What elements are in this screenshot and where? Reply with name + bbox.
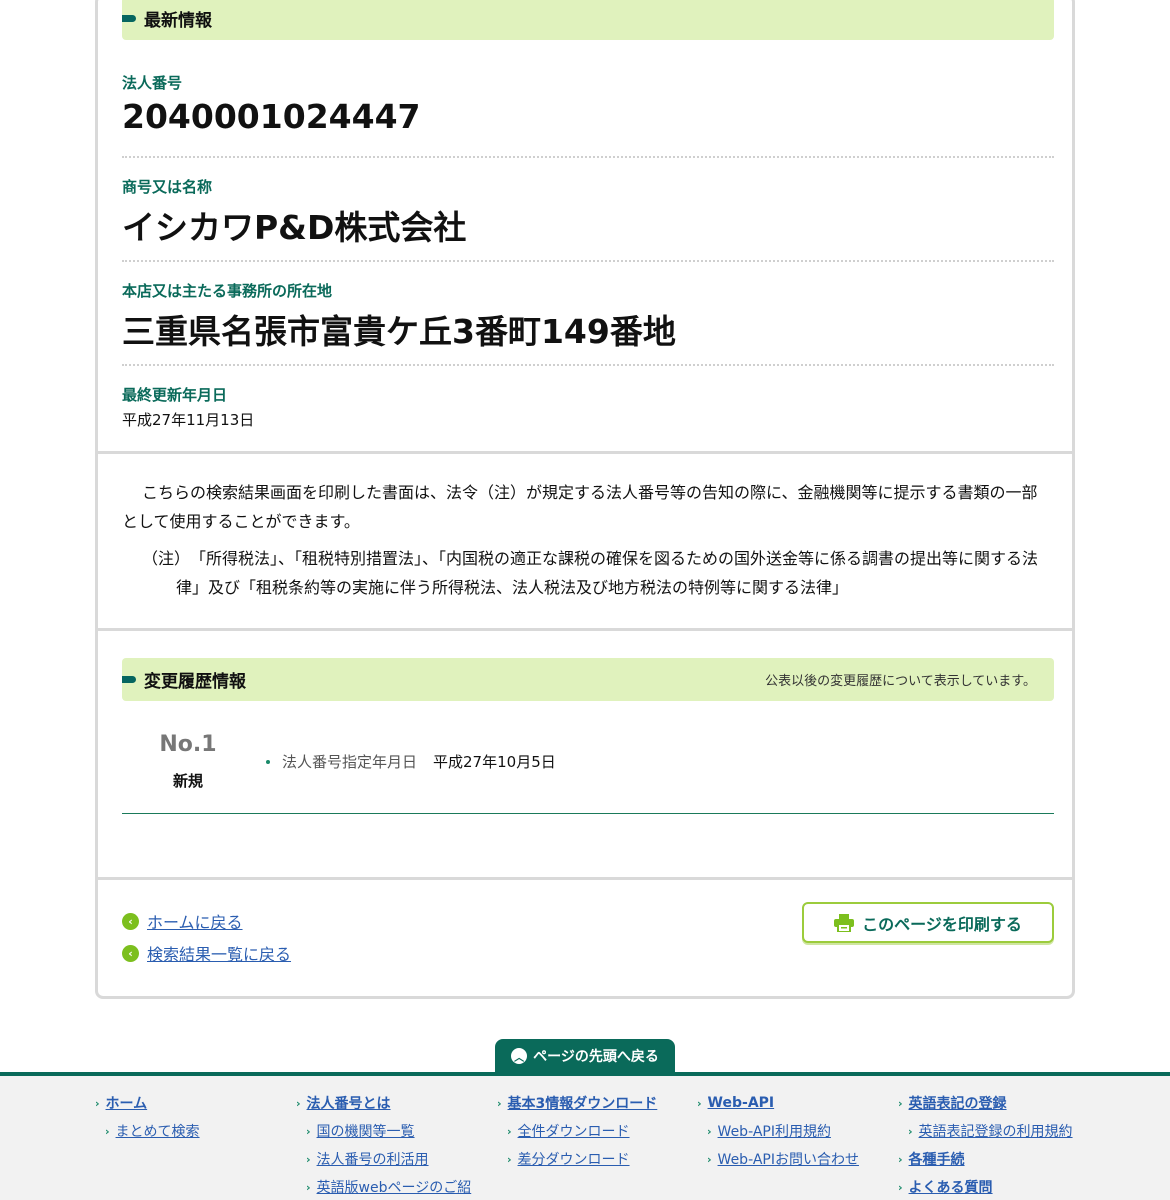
address-label: 本店又は主たる事務所の所在地 [122,282,333,300]
footer-link-english-registration[interactable]: 英語表記の登録 [909,1093,1007,1113]
footer-link-home[interactable]: ホーム [106,1093,148,1113]
footer-link-gov-list[interactable]: 国の機関等一覧 [317,1121,415,1141]
chevron-right-icon: › [707,1124,712,1138]
usage-notice: こちらの検索結果画面を印刷した書面は、法令（注）が規定する法人番号等の告知の際に… [122,478,1052,602]
footer-column-download: › 基本3情報ダウンロード › 全件ダウンロード › 差分ダウンロード [497,1094,657,1178]
chevron-right-icon: › [898,1096,903,1110]
header-marker [122,15,136,22]
footer-column-english: › 英語表記の登録 › 英語表記登録の利用規約 › 各種手続 › よくある質問 [898,1094,1073,1196]
chevron-left-icon: ‹ [122,912,139,930]
header-marker [122,676,136,683]
history-item-key: 法人番号指定年月日 [282,753,418,771]
footer-link-batch-search[interactable]: まとめて検索 [116,1121,200,1141]
chevron-left-icon: ‹ [122,944,139,962]
back-to-top-label: ページの先頭へ戻る [533,1049,659,1065]
chevron-right-icon: › [306,1180,311,1194]
notice-paragraph: こちらの検索結果画面を印刷した書面は、法令（注）が規定する法人番号等の告知の際に… [122,483,1038,531]
section-divider [98,628,1072,631]
home-link[interactable]: ホームに戻る [147,909,243,933]
chevron-right-icon: › [306,1124,311,1138]
history-entry-item: 法人番号指定年月日 平成27年10月5日 [266,751,556,772]
history-title: 変更履歴情報 [144,672,246,692]
chevron-right-icon: › [697,1096,702,1110]
footer-link-procedures[interactable]: 各種手続 [909,1149,965,1169]
footer-link-faq[interactable]: よくある質問 [909,1177,993,1197]
chevron-up-icon: ︿ [511,1048,528,1064]
history-entry-type: 新規 [172,772,203,790]
corp-number-label: 法人番号 [122,74,183,92]
history-divider [122,813,1054,814]
notice-footnote: （注） 「所得税法」、「租税特別措置法」、「内国税の適正な課税の確保を図るための… [142,549,1039,597]
footer-link-english-terms[interactable]: 英語表記登録の利用規約 [919,1121,1073,1141]
divider [122,364,1054,366]
name-label: 商号又は名称 [122,178,213,196]
home-link-row[interactable]: ‹ ホームに戻る [122,909,243,933]
print-button-label: このページを印刷する [862,914,1022,934]
history-entry-number: No.1 [159,732,217,757]
chevron-right-icon: › [908,1124,913,1138]
history-item-value: 平成27年10月5日 [433,753,556,771]
chevron-right-icon: › [306,1152,311,1166]
chevron-right-icon: › [105,1124,110,1138]
footer-column-about: › 法人番号とは › 国の機関等一覧 › 法人番号の利活用 › 英語版webページのご紹 [296,1094,471,1200]
footer-link-diff-download[interactable]: 差分ダウンロード [518,1149,630,1169]
latest-info-title: 最新情報 [144,11,212,31]
site-footer: › ホーム › まとめて検索 › 法人番号とは › 国の機関等一覧 › 法人番号の利活用 … [0,1072,1170,1200]
updated-label: 最終更新年月日 [122,386,228,404]
history-note: 公表以後の変更履歴について表示しています。 [765,674,1036,689]
results-link[interactable]: 検索結果一覧に戻る [147,941,291,965]
section-divider [98,451,1072,454]
footer-link-full-download[interactable]: 全件ダウンロード [518,1121,630,1141]
address-value: 三重県名張市富貴ケ丘3番町149番地 [122,312,676,351]
chevron-right-icon: › [898,1152,903,1166]
chevron-right-icon: › [95,1096,100,1110]
back-to-top-button[interactable]: ︿ ページの先頭へ戻る [495,1039,675,1073]
footer-link-utilization[interactable]: 法人番号の利活用 [317,1149,429,1169]
chevron-right-icon: › [898,1180,903,1194]
footer-link-webapi-terms[interactable]: Web-API利用規約 [718,1121,831,1141]
corp-number-value: 2040001024447 [122,97,421,136]
footer-link-webapi[interactable]: Web-API [708,1095,775,1111]
footer-link-english-page[interactable]: 英語版webページのご紹 [317,1177,472,1197]
footer-link-webapi-contact[interactable]: Web-APIお問い合わせ [718,1149,859,1169]
chevron-right-icon: › [507,1152,512,1166]
results-link-row[interactable]: ‹ 検索結果一覧に戻る [122,941,291,965]
footer-link-download[interactable]: 基本3情報ダウンロード [508,1093,658,1113]
footer-column-webapi: › Web-API › Web-API利用規約 › Web-APIお問い合わせ [697,1094,859,1178]
chevron-right-icon: › [296,1096,301,1110]
footer-link-about[interactable]: 法人番号とは [307,1093,391,1113]
chevron-right-icon: › [507,1124,512,1138]
chevron-right-icon: › [707,1152,712,1166]
chevron-right-icon: › [497,1096,502,1110]
divider [122,156,1054,158]
company-name-value: イシカワP&D株式会社 [122,208,467,247]
print-button[interactable]: このページを印刷する [802,902,1054,943]
bullet-icon [266,759,270,764]
printer-icon [834,913,855,932]
updated-value: 平成27年11月13日 [122,411,255,429]
latest-info-header: 最新情報 [122,0,1054,40]
divider [122,260,1054,262]
corporate-info-card: 最新情報 法人番号 2040001024447 商号又は名称 イシカワP&D株式… [95,0,1075,999]
footer-column-home: › ホーム › まとめて検索 [95,1094,200,1150]
history-header: 変更履歴情報 公表以後の変更履歴について表示しています。 [122,658,1054,701]
section-divider [98,877,1072,880]
